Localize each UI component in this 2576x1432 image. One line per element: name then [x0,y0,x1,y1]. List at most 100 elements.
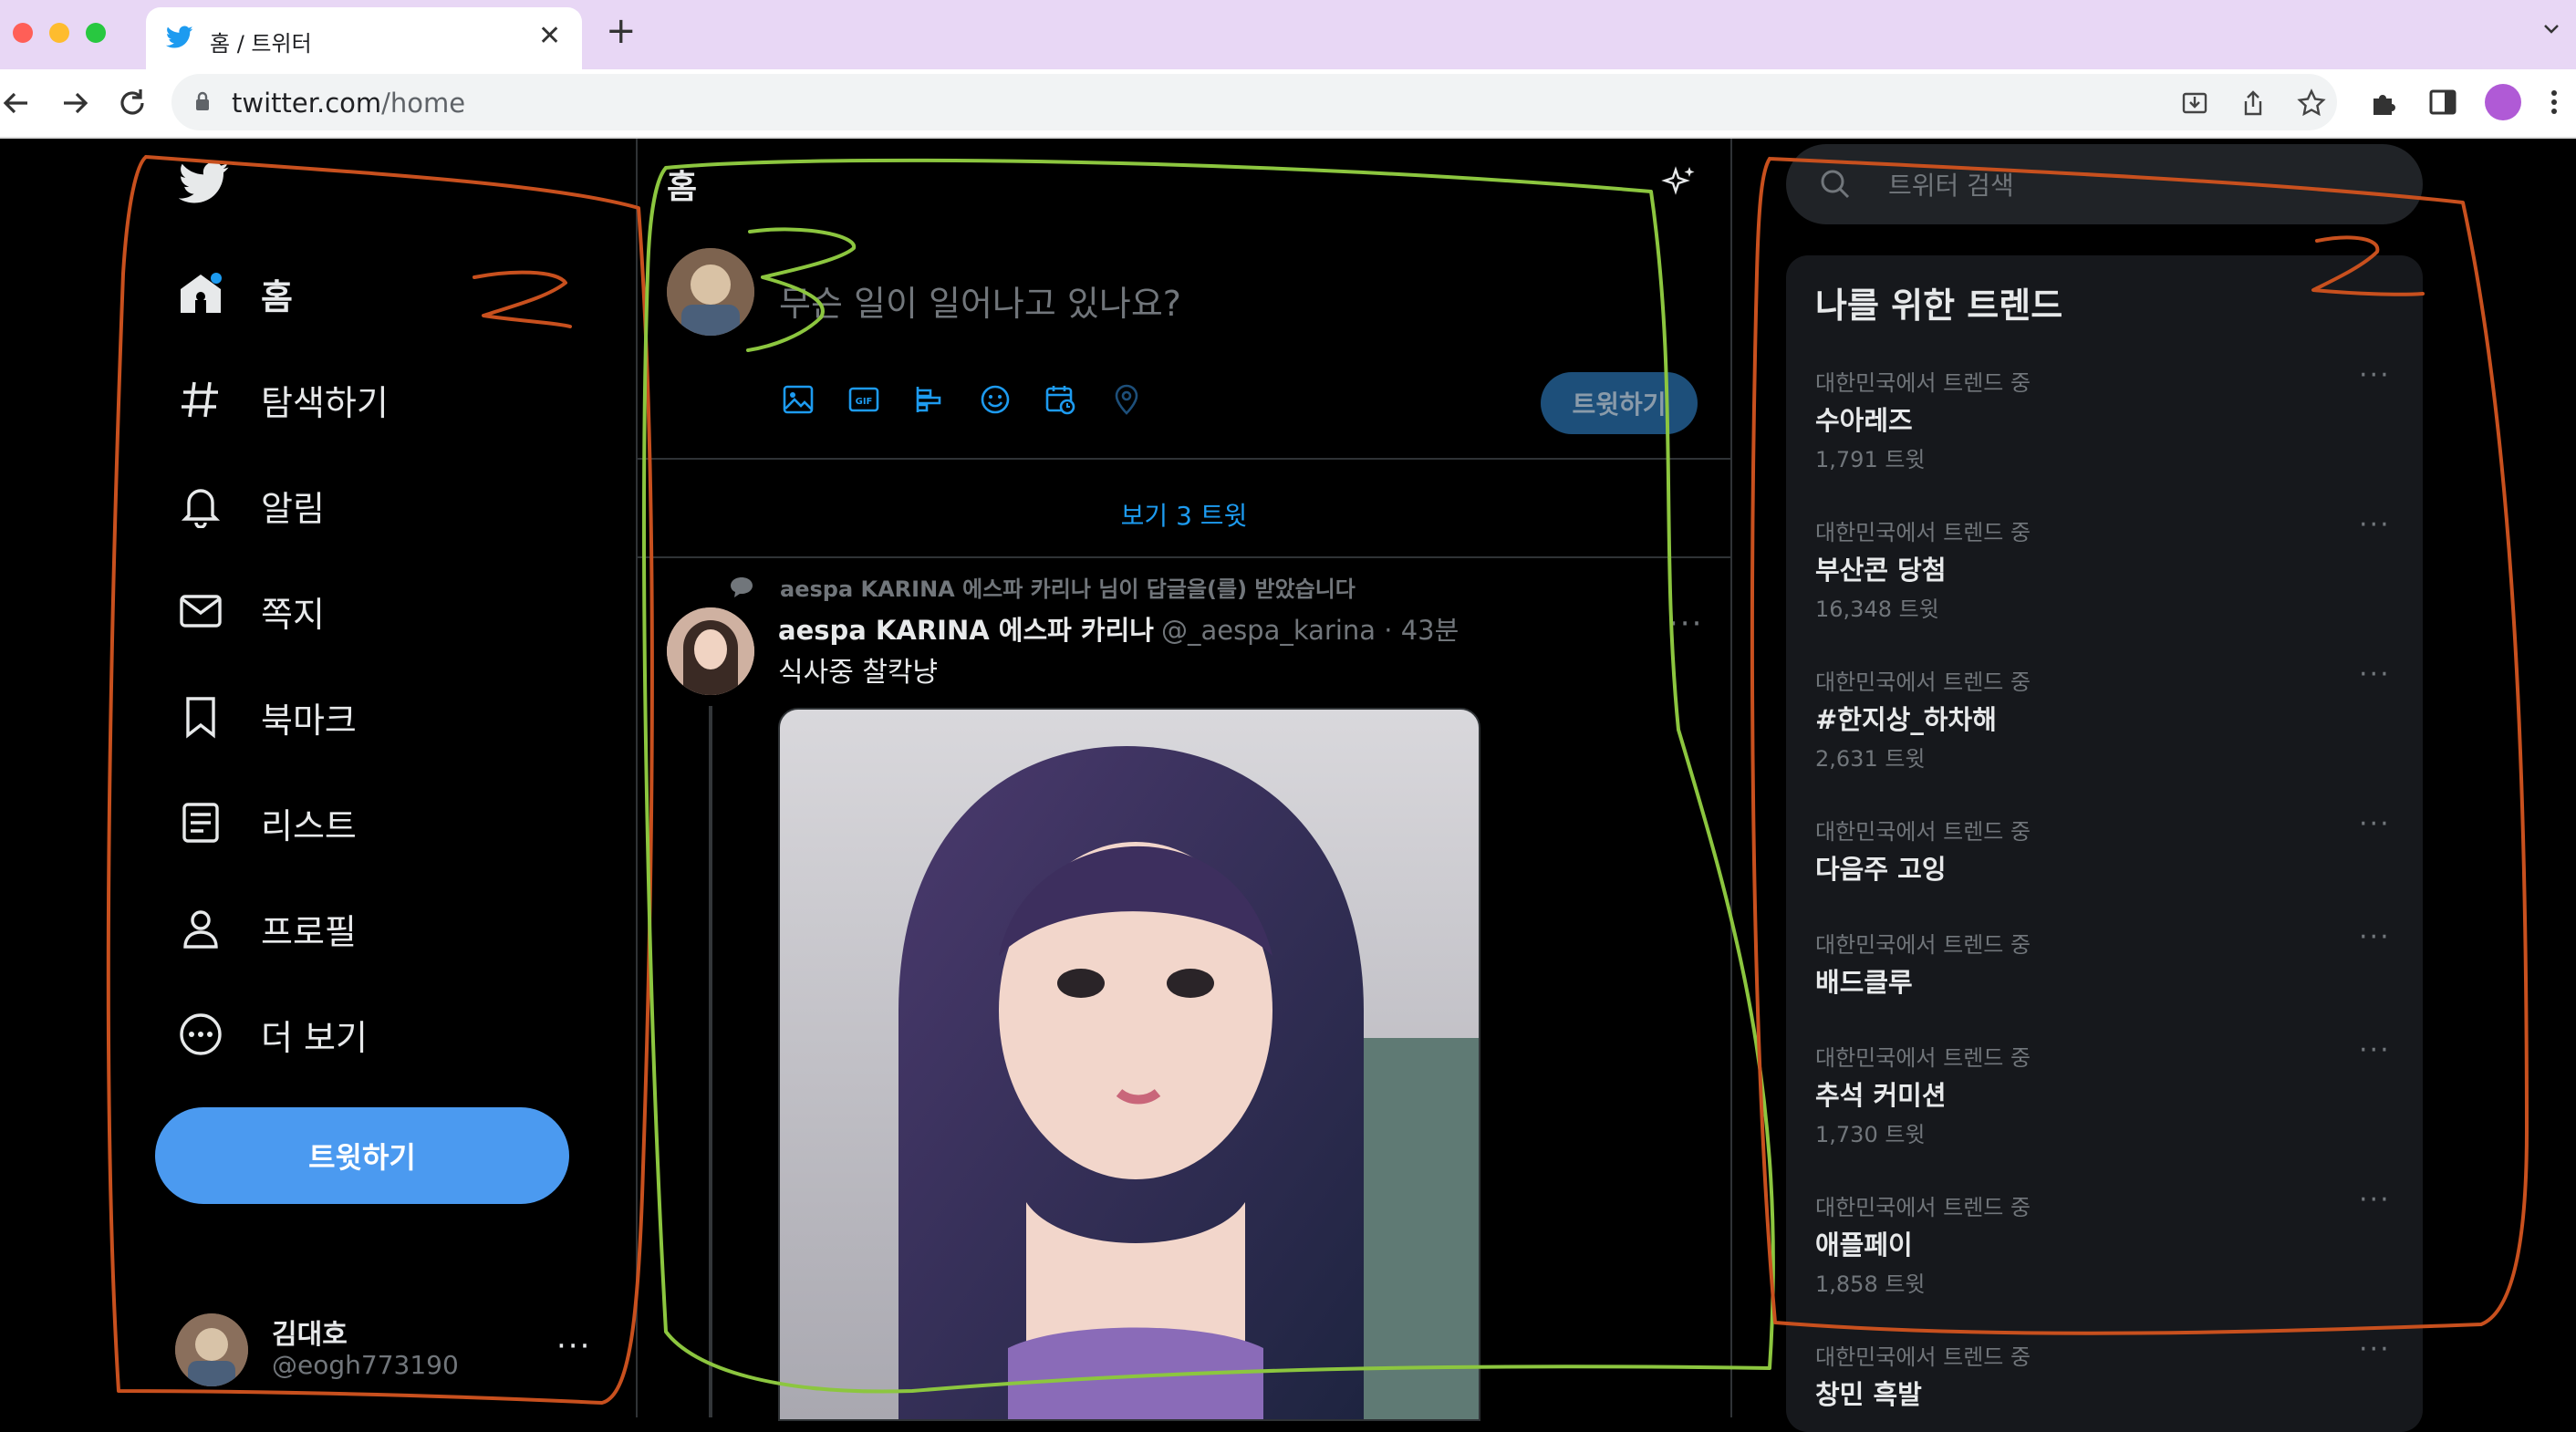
reply-context-text[interactable]: aespa KARINA 에스파 카리나 님이 답글을(를) 받았습니다 [780,571,1356,603]
side-panel-icon[interactable] [2426,86,2459,119]
close-tab-icon[interactable]: ✕ [538,20,561,52]
trend-context: 대한민국에서 트렌드 중 [1815,932,2031,958]
nav-home[interactable]: 홈 [173,257,556,330]
composer-toolbar: GIF [782,383,1143,416]
svg-text:GIF: GIF [856,397,873,407]
nav-messages-label: 쪽지 [261,594,325,635]
post-author-meta[interactable]: @_aespa_karina · 43분 [1161,615,1459,646]
envelope-icon [173,584,228,638]
person-icon [173,901,228,956]
poll-icon[interactable] [913,383,946,416]
post-more-icon[interactable]: ··· [1668,606,1703,642]
tweet-button[interactable]: 트윗하기 [155,1107,569,1204]
trend-context: 대한민국에서 트렌드 중 [1815,1045,2031,1071]
emoji-icon[interactable] [979,383,1012,416]
home-timeline: 홈 무슨 일이 일어나고 있나요? GIF 트윗하기 보기 3 트윗 aespa… [636,139,1732,1421]
post-header: aespa KARINA 에스파 카리나 @_aespa_karina · 43분 [778,609,1459,648]
more-circle-icon [173,1007,228,1062]
extensions-puzzle-icon[interactable] [2368,86,2401,119]
trend-more-icon[interactable]: ··· [2359,1184,2391,1216]
left-sidebar: 홈 탐색하기 알림 쪽지 북마크 리스트 프로필 더 보기 트윗하기 김대호 @… [0,139,635,1417]
speech-bubble-icon [731,576,753,597]
address-bar[interactable]: twitter.com/home [171,74,2337,130]
browser-tab-bar: 홈 / 트위터 ✕ + [0,0,2576,69]
composer-input[interactable]: 무슨 일이 일어나고 있나요? [779,275,1181,326]
trend-more-icon[interactable]: ··· [2359,659,2391,690]
close-window-button[interactable] [13,23,33,43]
trend-name: 애플페이 [1815,1230,1913,1261]
nav-explore-label: 탐색하기 [261,382,389,423]
sparkle-icon[interactable] [1661,164,1698,201]
twitter-logo-icon[interactable] [179,161,230,206]
trend-name: 부산콘 당첨 [1815,555,1947,586]
account-switcher[interactable]: 김대호 @eogh773190 ··· [175,1312,604,1388]
nav-more[interactable]: 더 보기 [173,998,556,1071]
composer-avatar[interactable] [667,248,754,336]
account-handle: @eogh773190 [272,1350,459,1380]
trend-name: #한지상_하차해 [1815,704,1997,735]
nav-explore[interactable]: 탐색하기 [173,363,556,436]
schedule-icon[interactable] [1044,383,1077,416]
post-text: 식사중 찰칵냥 [778,657,939,689]
bell-icon [173,478,228,533]
maximize-window-button[interactable] [86,23,106,43]
browser-profile-avatar[interactable] [2485,84,2521,120]
image-icon[interactable] [782,383,815,416]
account-more-icon[interactable]: ··· [556,1328,591,1365]
browser-toolbar: twitter.com/home [0,69,2576,139]
trend-more-icon[interactable]: ··· [2359,509,2391,541]
reply-context: aespa KARINA 에스파 카리나 님이 답글을(를) 받았습니다 [729,571,1356,603]
trends-title: 나를 위한 트렌드 [1815,285,2063,326]
forward-arrow-icon[interactable] [57,86,91,120]
trend-more-icon[interactable]: ··· [2359,808,2391,840]
trend-count: 1,791 트윗 [1815,447,1926,472]
post-author-name[interactable]: aespa KARINA 에스파 카리나 [778,615,1154,646]
new-tab-button[interactable]: + [606,13,637,49]
search-box[interactable] [1786,144,2423,224]
reload-icon[interactable] [115,86,150,120]
trend-name: 배드클루 [1815,967,1913,998]
gif-icon[interactable]: GIF [847,383,880,416]
page-title: 홈 [667,169,698,206]
location-icon[interactable] [1110,383,1143,416]
bookmark-icon [173,690,228,744]
hashtag-icon [173,372,228,427]
browser-tab-twitter[interactable]: 홈 / 트위터 ✕ [146,7,582,69]
trend-context: 대한민국에서 트렌드 중 [1815,1195,2031,1220]
share-icon[interactable] [2238,88,2268,118]
trend-more-icon[interactable]: ··· [2359,1034,2391,1066]
show-new-tweets-link[interactable]: 보기 3 트윗 [638,496,1730,533]
trend-name: 창민 흑발 [1815,1379,1922,1410]
show-more-divider [638,556,1730,558]
nav-lists[interactable]: 리스트 [173,786,556,859]
trend-more-icon[interactable]: ··· [2359,1333,2391,1365]
nav-bookmarks[interactable]: 북마크 [173,680,556,753]
nav-profile[interactable]: 프로필 [173,892,556,965]
list-icon [173,795,228,850]
home-icon [173,266,228,321]
minimize-window-button[interactable] [49,23,69,43]
lock-icon [196,91,209,110]
nav-notifications[interactable]: 알림 [173,469,556,542]
trend-name: 다음주 고잉 [1815,854,1947,885]
post-photo[interactable] [778,708,1480,1421]
browser-menu-kebab-icon[interactable] [2545,86,2563,119]
nav-lists-label: 리스트 [261,805,357,846]
url-text: twitter.com/home [232,88,465,119]
trend-context: 대한민국에서 트렌드 중 [1815,520,2031,545]
nav-messages[interactable]: 쪽지 [173,575,556,648]
trend-context: 대한민국에서 트렌드 중 [1815,669,2031,695]
trend-more-icon[interactable]: ··· [2359,921,2391,953]
trend-context: 대한민국에서 트렌드 중 [1815,370,2031,396]
back-arrow-icon[interactable] [0,86,35,120]
trend-more-icon[interactable]: ··· [2359,359,2391,391]
bookmark-star-icon[interactable] [2297,88,2326,118]
search-input[interactable] [1886,162,2364,208]
install-app-icon[interactable] [2180,88,2209,118]
search-icon [1821,170,1850,199]
thread-line [709,706,712,1417]
post-author-avatar[interactable] [667,607,754,695]
composer-tweet-button[interactable]: 트윗하기 [1541,372,1698,434]
tab-search-chevron-icon[interactable] [2543,20,2560,36]
trend-name: 추석 커미션 [1815,1080,1947,1111]
